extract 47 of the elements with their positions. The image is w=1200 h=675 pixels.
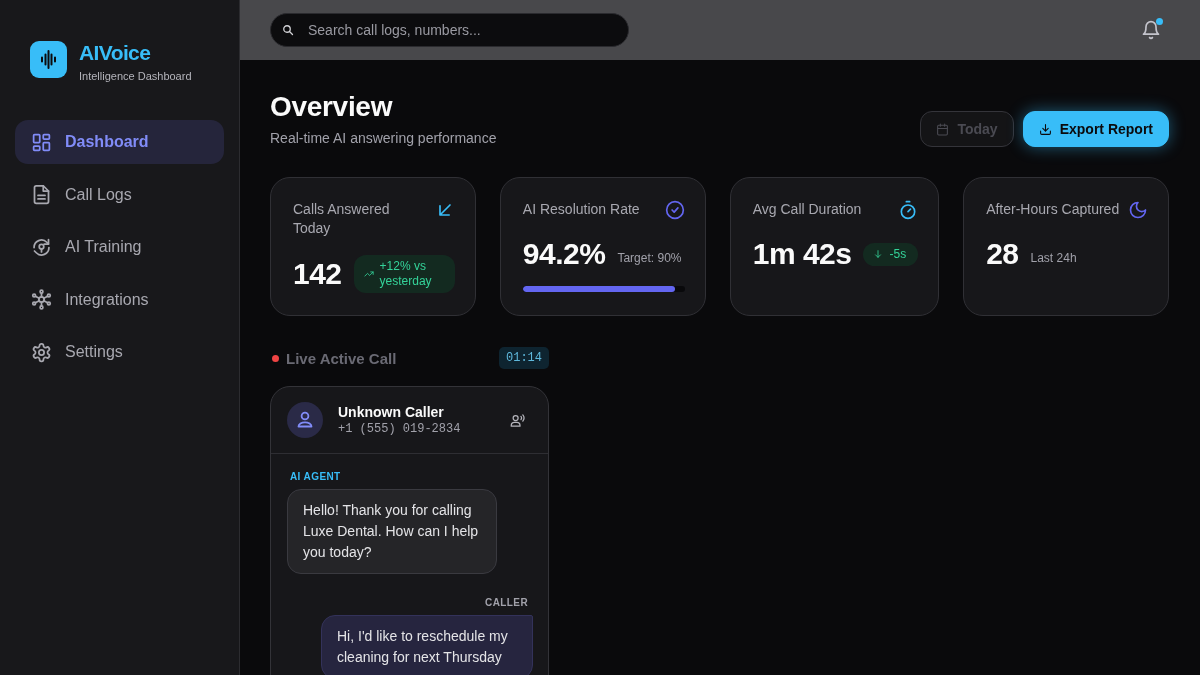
gear-icon [31, 341, 52, 363]
stat-title: AI Resolution Rate [522, 200, 640, 219]
check-circle-icon [664, 200, 685, 220]
agent-message: Hello! Thank you for calling Luxe Dental. How can I help you today? [287, 489, 497, 574]
network-icon [31, 289, 52, 310]
download-icon [1038, 122, 1052, 136]
trending-up-icon [363, 269, 374, 279]
avatar-icon [287, 402, 323, 438]
stat-title: Avg Call Duration [752, 200, 862, 219]
stat-caption: Target: 90% [617, 250, 682, 265]
grid-icon [31, 131, 52, 153]
export-button[interactable]: Export Report [1022, 111, 1169, 147]
nav-item[interactable]: Settings [15, 330, 224, 374]
brand-name: AIVoice [79, 41, 152, 65]
stat-value: 28 [986, 237, 1019, 271]
caller-phone: +1 (555) 019-2834 [338, 420, 462, 437]
calendar-icon [936, 122, 950, 136]
stat-value: 142 [293, 257, 342, 291]
nav-item[interactable]: Integrations [15, 277, 224, 322]
moon-icon [1128, 200, 1148, 220]
caller-message: Hi, I'd like to reschedule my cleaning for next Thursday [321, 615, 533, 675]
waveform-logo-icon [30, 41, 67, 78]
speaker-label: CALLER [485, 596, 528, 610]
bell-icon[interactable] [1141, 20, 1161, 40]
stat-value: 94.2% [522, 237, 606, 271]
stat-caption: Last 24h [1030, 250, 1077, 265]
call-timer: 01:14 [499, 347, 549, 369]
page-subtitle: Real-time AI answering performance [270, 129, 497, 148]
caller-name: Unknown Caller [338, 403, 445, 421]
nav-item[interactable]: Call Logs [15, 172, 224, 217]
search-icon [282, 24, 294, 36]
stat-title: After-Hours Captured [986, 200, 1120, 219]
person-voice-icon [510, 412, 525, 428]
brand-tagline: Intelligence Dashboard [79, 69, 192, 83]
nav-item[interactable]: Dashboard [15, 120, 224, 164]
arrow-down-icon [873, 249, 884, 259]
change-value: +12% vs yesterday [379, 259, 433, 289]
section-title: Live Active Call [286, 349, 397, 367]
stat-title: Calls Answered Today [293, 200, 391, 238]
change-value: -5s [889, 246, 907, 262]
document-icon [31, 184, 52, 205]
speaker-label: AI AGENT [290, 470, 341, 484]
search-field[interactable]: Search call logs, numbers... [270, 13, 629, 47]
nav-item[interactable]: AI Training [15, 225, 224, 269]
circular-arrows-icon [31, 236, 52, 258]
stat-value: 1m 42s [752, 237, 852, 271]
page-title: Overview [270, 90, 394, 124]
